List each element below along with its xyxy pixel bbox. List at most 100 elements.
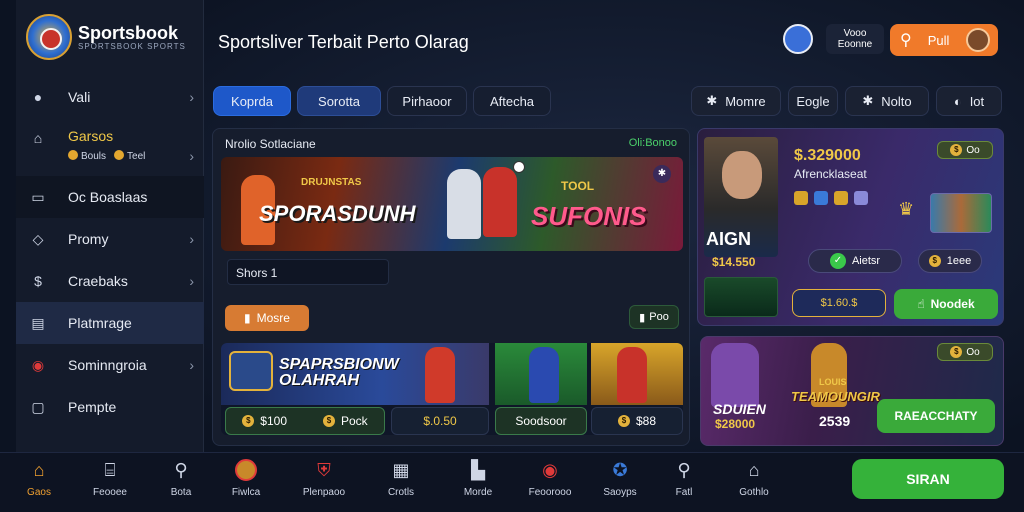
clock-icon: ◐ <box>953 93 962 109</box>
coin-icon: $ <box>950 144 963 156</box>
house-icon: ⌂ <box>748 460 760 480</box>
bottom-nav-item-1[interactable]: ⌸ Feooee <box>82 459 138 498</box>
tab-2[interactable]: Pirhaoor <box>387 86 467 116</box>
promo-right <box>591 343 683 405</box>
featured-player-card[interactable]: AIGN $14.550 $.329000 Afrencklaseat $ Oo … <box>697 128 1004 326</box>
player-image <box>529 347 559 403</box>
claim-button[interactable]: RAEACCHATY <box>877 399 995 433</box>
search-icon: ⚲ <box>174 460 188 480</box>
status-pill[interactable]: $1eee <box>918 249 982 273</box>
tab-label: Momre <box>725 93 766 109</box>
sidebar: Sportsbook SPORTSBOOK SPORTS ● Vali › ⌂ … <box>16 0 204 452</box>
home-icon: ⌂ <box>33 130 43 146</box>
bottom-nav-item-4[interactable]: ⛨ Plenpaoo <box>296 459 352 498</box>
page-title: Sportsliver Terbait Perto Olarag <box>218 32 469 52</box>
bottom-nav-label: Plenpaoo <box>302 487 346 498</box>
avatar[interactable] <box>783 24 813 54</box>
tab-3[interactable]: Aftecha <box>473 86 551 116</box>
player-image <box>447 169 481 239</box>
coin-icon: $ <box>928 255 941 267</box>
button-label: Noodek <box>930 297 975 311</box>
tab-1[interactable]: Sorotta <box>297 86 381 116</box>
panel-badge: Oli:Bonoo <box>628 137 677 149</box>
sidebar-item-3[interactable]: ◇ Promy › <box>16 218 204 260</box>
promo-title-line: OLAHRAH <box>279 372 359 389</box>
status-pill[interactable]: ✓ Aietsr <box>808 249 902 273</box>
coin-icon: $ <box>242 415 255 427</box>
chevron-right-icon: › <box>189 273 194 289</box>
dollar-icon: $ <box>34 273 42 289</box>
thumbnail-grid <box>930 193 992 233</box>
chevron-right-icon: › <box>189 89 194 105</box>
bottom-nav-item-8[interactable]: ✪ Saoyps <box>592 459 648 498</box>
sidebar-item-6[interactable]: ◉ Sominngroia › <box>16 344 204 386</box>
bottom-nav-item-7[interactable]: ◉ Feoorooo <box>522 459 578 498</box>
button-label: Poo <box>649 311 669 323</box>
amount-pill[interactable]: $1.60.$ <box>792 289 886 317</box>
odds-chip[interactable]: $ $100 $ Pock <box>225 407 385 435</box>
chevron-right-icon: › <box>189 231 194 247</box>
search-button[interactable]: ⚲ Pull <box>890 24 998 56</box>
bottom-nav-item-6[interactable]: ▙ Morde <box>450 459 506 498</box>
promo-banner[interactable]: SPAPRSBIONW OLAHRAH $ $100 $ Pock $.0.50 S… <box>221 343 683 435</box>
more-button[interactable]: ▮ Mosre <box>225 305 309 331</box>
hand-icon: ☝ <box>917 297 925 311</box>
promo-right-subtitle: LOUIS <box>819 377 847 387</box>
sidebar-item-2[interactable]: ▭ Oc Boaslaas <box>16 176 204 218</box>
badge-label: Oo <box>966 144 980 156</box>
promo-card[interactable]: SDUIEN $28000 LOUIS TEAMOUNGIR 2539 $ Oo … <box>700 336 1004 446</box>
odds-button[interactable]: ▮ Poo <box>629 305 679 329</box>
bottom-nav-item-3[interactable]: Fiwlca <box>218 459 274 498</box>
filter-tab-2[interactable]: ✱ Nolto <box>845 86 929 116</box>
chevron-right-icon: › <box>189 357 194 373</box>
player-face <box>722 151 762 199</box>
check-icon: ✓ <box>829 253 846 269</box>
odds-chip[interactable]: Soodsoor <box>495 407 587 435</box>
settings-icon[interactable]: ✱ <box>653 165 671 183</box>
odds-chip[interactable]: $.0.50 <box>391 407 489 435</box>
search-icon: ⚲ <box>900 32 912 49</box>
sidebar-item-7[interactable]: ▢ Pempte <box>16 386 204 428</box>
sign-in-button[interactable]: SIRAN <box>852 459 1004 499</box>
coin-icon: $ <box>323 415 335 427</box>
bottom-nav-label: Gaos <box>27 487 51 498</box>
tab-0[interactable]: Koprda <box>213 86 291 116</box>
bottom-nav-label: Feooee <box>93 487 127 498</box>
filter-tab-0[interactable]: ✱ Momre <box>691 86 781 116</box>
bottom-nav-item-5[interactable]: ▦ Crotls <box>373 459 429 498</box>
bottom-nav-item-2[interactable]: ⚲ Bota <box>153 459 209 498</box>
coin-icon: $ <box>950 346 963 358</box>
ball-icon: ◉ <box>542 460 558 480</box>
bottom-nav-item-9[interactable]: ⚲ Fatl <box>656 459 712 498</box>
team-chip-icon <box>854 191 868 205</box>
button-label: Mosre <box>256 311 290 325</box>
sidebar-item-4[interactable]: $ Craebaks › <box>16 260 204 302</box>
player-image <box>617 347 647 403</box>
bottom-nav-item-0[interactable]: ⌂ Gaos <box>11 459 67 498</box>
filter-tab-3[interactable]: ◐ Iot <box>936 86 1002 116</box>
confirm-button[interactable]: ☝ Noodek <box>894 289 998 319</box>
hero-subtitle: TOOL <box>561 179 595 193</box>
odds-label: Soodsoor <box>515 414 567 428</box>
sidebar-item-0[interactable]: ● Vali › <box>16 76 204 118</box>
bottom-nav-label: Morde <box>463 487 493 498</box>
bottom-nav-label: Crotls <box>387 487 415 498</box>
sidebar-item-1[interactable]: ⌂ Garsos Bouls Teel › <box>16 118 204 176</box>
bottom-nav: ⌂ Gaos ⌸ Feooee ⚲ Bota Fiwlca ⛨ Plenpaoo ▦ Cr… <box>0 452 1024 512</box>
filter-tab-1[interactable]: Eogle <box>788 86 838 116</box>
stake-input[interactable]: Shors 1 <box>227 259 389 285</box>
logo-badge-icon <box>26 14 72 60</box>
brand-logo[interactable]: Sportsbook SPORTSBOOK SPORTS <box>26 14 186 60</box>
team-chip-icon <box>794 191 808 205</box>
team-logo-icon <box>704 277 778 317</box>
sidebar-item-5[interactable]: ▤ Platmrage <box>16 302 204 344</box>
bottom-nav-item-10[interactable]: ⌂ Gothlo <box>726 459 782 498</box>
brand-name: Sportsbook <box>78 22 179 43</box>
chart-icon: ▙ <box>471 460 485 480</box>
hero-banner[interactable]: DRUJNSTAS SPORASDUNH TOOL SUFONIS ✱ <box>221 157 683 251</box>
odds-chip[interactable]: $ $88 <box>591 407 683 435</box>
badge-icon: ✪ <box>612 460 628 480</box>
sidebar-item-label: Sominngroia <box>68 357 147 373</box>
team-chip-icon <box>834 191 848 205</box>
user-menu[interactable]: Vooo Eoonne <box>826 24 884 54</box>
